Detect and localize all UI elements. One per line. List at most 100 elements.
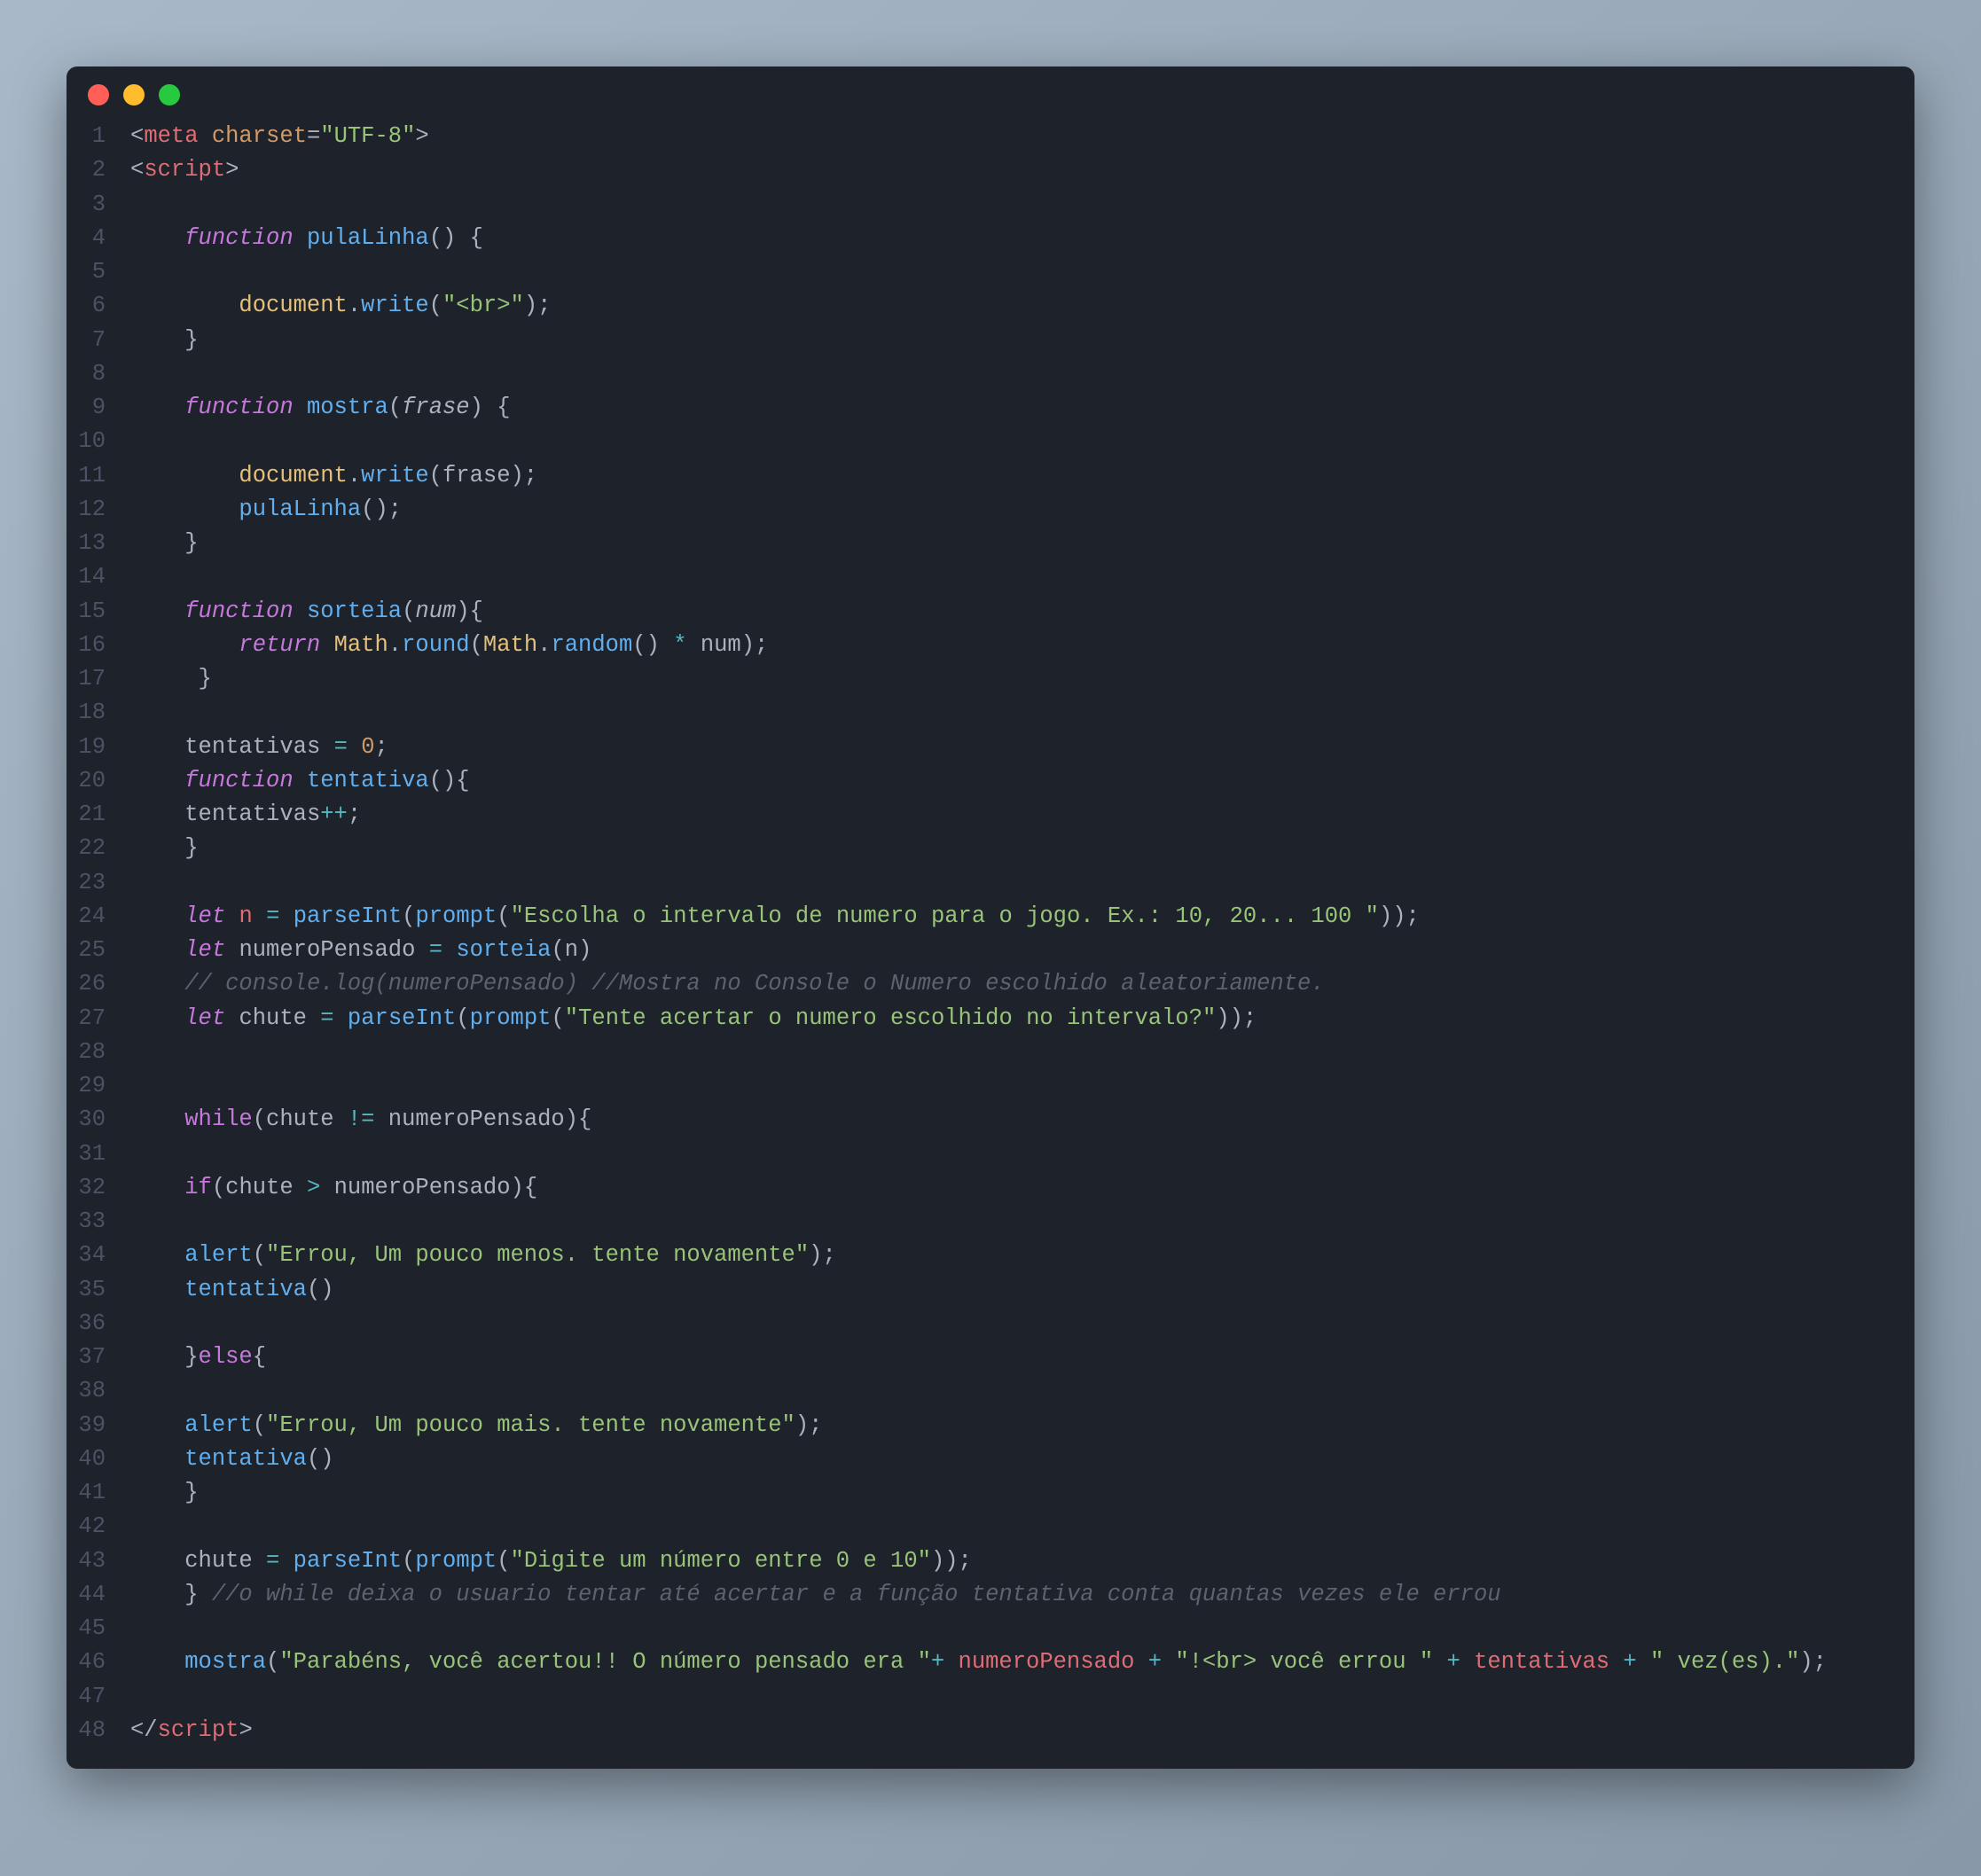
code-content[interactable] (130, 1036, 1914, 1069)
code-content[interactable]: alert("Errou, Um pouco mais. tente novam… (130, 1409, 1914, 1442)
minimize-icon[interactable] (123, 84, 145, 106)
code-content[interactable] (130, 1307, 1914, 1341)
code-content[interactable]: tentativa() (130, 1442, 1914, 1476)
code-line[interactable]: 29 (67, 1069, 1914, 1103)
code-content[interactable] (130, 1374, 1914, 1408)
code-line[interactable]: 21 tentativas++; (67, 798, 1914, 832)
code-content[interactable] (130, 866, 1914, 900)
code-content[interactable]: </script> (130, 1714, 1914, 1747)
code-line[interactable]: 10 (67, 425, 1914, 458)
code-line[interactable]: 42 (67, 1510, 1914, 1544)
code-line[interactable]: 17 } (67, 662, 1914, 696)
code-line[interactable]: 4 function pulaLinha() { (67, 222, 1914, 255)
code-content[interactable]: pulaLinha(); (130, 493, 1914, 527)
code-line[interactable]: 33 (67, 1205, 1914, 1239)
code-content[interactable]: let chute = parseInt(prompt("Tente acert… (130, 1002, 1914, 1036)
code-line[interactable]: 25 let numeroPensado = sorteia(n) (67, 934, 1914, 967)
code-content[interactable]: function tentativa(){ (130, 764, 1914, 798)
code-line[interactable]: 2<script> (67, 153, 1914, 187)
code-line[interactable]: 14 (67, 560, 1914, 594)
code-content[interactable] (130, 255, 1914, 289)
code-content[interactable]: return Math.round(Math.random() * num); (130, 629, 1914, 662)
code-content[interactable]: } (130, 1476, 1914, 1510)
code-line[interactable]: 34 alert("Errou, Um pouco menos. tente n… (67, 1239, 1914, 1272)
code-line[interactable]: 26 // console.log(numeroPensado) //Mostr… (67, 967, 1914, 1001)
code-content[interactable] (130, 1612, 1914, 1645)
code-line[interactable]: 1<meta charset="UTF-8"> (67, 120, 1914, 153)
code-content[interactable]: } (130, 324, 1914, 357)
code-content[interactable] (130, 1510, 1914, 1544)
code-content[interactable]: alert("Errou, Um pouco menos. tente nova… (130, 1239, 1914, 1272)
code-line[interactable]: 46 mostra("Parabéns, você acertou!! O nú… (67, 1645, 1914, 1679)
code-content[interactable]: chute = parseInt(prompt("Digite um númer… (130, 1544, 1914, 1578)
code-content[interactable]: if(chute > numeroPensado){ (130, 1171, 1914, 1205)
code-line[interactable]: 30 while(chute != numeroPensado){ (67, 1103, 1914, 1137)
code-content[interactable]: document.write(frase); (130, 459, 1914, 493)
code-line[interactable]: 22 } (67, 832, 1914, 865)
code-line[interactable]: 16 return Math.round(Math.random() * num… (67, 629, 1914, 662)
close-icon[interactable] (88, 84, 109, 106)
code-line[interactable]: 37 }else{ (67, 1341, 1914, 1374)
code-line[interactable]: 6 document.write("<br>"); (67, 289, 1914, 323)
code-content[interactable]: mostra("Parabéns, você acertou!! O númer… (130, 1645, 1914, 1679)
code-line[interactable]: 8 (67, 357, 1914, 391)
code-content[interactable] (130, 357, 1914, 391)
code-line[interactable]: 11 document.write(frase); (67, 459, 1914, 493)
maximize-icon[interactable] (159, 84, 180, 106)
code-line[interactable]: 41 } (67, 1476, 1914, 1510)
code-content[interactable]: function sorteia(num){ (130, 595, 1914, 629)
code-content[interactable]: let n = parseInt(prompt("Escolha o inter… (130, 900, 1914, 934)
code-line[interactable]: 5 (67, 255, 1914, 289)
code-content[interactable]: tentativas++; (130, 798, 1914, 832)
code-content[interactable]: document.write("<br>"); (130, 289, 1914, 323)
code-line[interactable]: 28 (67, 1036, 1914, 1069)
code-content[interactable]: tentativas = 0; (130, 731, 1914, 764)
code-line[interactable]: 45 (67, 1612, 1914, 1645)
code-content[interactable] (130, 560, 1914, 594)
code-line[interactable]: 39 alert("Errou, Um pouco mais. tente no… (67, 1409, 1914, 1442)
code-line[interactable]: 38 (67, 1374, 1914, 1408)
code-content[interactable]: function mostra(frase) { (130, 391, 1914, 425)
code-content[interactable] (130, 696, 1914, 730)
code-line[interactable]: 44 } //o while deixa o usuario tentar at… (67, 1578, 1914, 1612)
code-content[interactable]: } (130, 527, 1914, 560)
code-content[interactable] (130, 1205, 1914, 1239)
code-line[interactable]: 40 tentativa() (67, 1442, 1914, 1476)
code-content[interactable]: function pulaLinha() { (130, 222, 1914, 255)
code-content[interactable] (130, 188, 1914, 222)
code-line[interactable]: 19 tentativas = 0; (67, 731, 1914, 764)
code-line[interactable]: 3 (67, 188, 1914, 222)
code-content[interactable]: while(chute != numeroPensado){ (130, 1103, 1914, 1137)
code-line[interactable]: 47 (67, 1680, 1914, 1714)
code-content[interactable]: } (130, 662, 1914, 696)
code-content[interactable]: <meta charset="UTF-8"> (130, 120, 1914, 153)
code-line[interactable]: 36 (67, 1307, 1914, 1341)
code-content[interactable] (130, 1069, 1914, 1103)
code-line[interactable]: 32 if(chute > numeroPensado){ (67, 1171, 1914, 1205)
code-line[interactable]: 12 pulaLinha(); (67, 493, 1914, 527)
code-editor[interactable]: 1<meta charset="UTF-8">2<script>3 4 func… (67, 113, 1914, 1769)
code-content[interactable]: let numeroPensado = sorteia(n) (130, 934, 1914, 967)
code-content[interactable]: } (130, 832, 1914, 865)
code-line[interactable]: 43 chute = parseInt(prompt("Digite um nú… (67, 1544, 1914, 1578)
code-content[interactable]: <script> (130, 153, 1914, 187)
code-line[interactable]: 31 (67, 1137, 1914, 1171)
code-content[interactable]: } //o while deixa o usuario tentar até a… (130, 1578, 1914, 1612)
code-line[interactable]: 35 tentativa() (67, 1273, 1914, 1307)
code-content[interactable] (130, 425, 1914, 458)
code-content[interactable] (130, 1680, 1914, 1714)
code-content[interactable] (130, 1137, 1914, 1171)
code-line[interactable]: 7 } (67, 324, 1914, 357)
code-line[interactable]: 23 (67, 866, 1914, 900)
code-line[interactable]: 48</script> (67, 1714, 1914, 1747)
code-line[interactable]: 9 function mostra(frase) { (67, 391, 1914, 425)
code-line[interactable]: 27 let chute = parseInt(prompt("Tente ac… (67, 1002, 1914, 1036)
code-content[interactable]: // console.log(numeroPensado) //Mostra n… (130, 967, 1914, 1001)
code-line[interactable]: 15 function sorteia(num){ (67, 595, 1914, 629)
code-content[interactable]: tentativa() (130, 1273, 1914, 1307)
code-line[interactable]: 18 (67, 696, 1914, 730)
code-content[interactable]: }else{ (130, 1341, 1914, 1374)
code-line[interactable]: 13 } (67, 527, 1914, 560)
code-line[interactable]: 20 function tentativa(){ (67, 764, 1914, 798)
code-line[interactable]: 24 let n = parseInt(prompt("Escolha o in… (67, 900, 1914, 934)
